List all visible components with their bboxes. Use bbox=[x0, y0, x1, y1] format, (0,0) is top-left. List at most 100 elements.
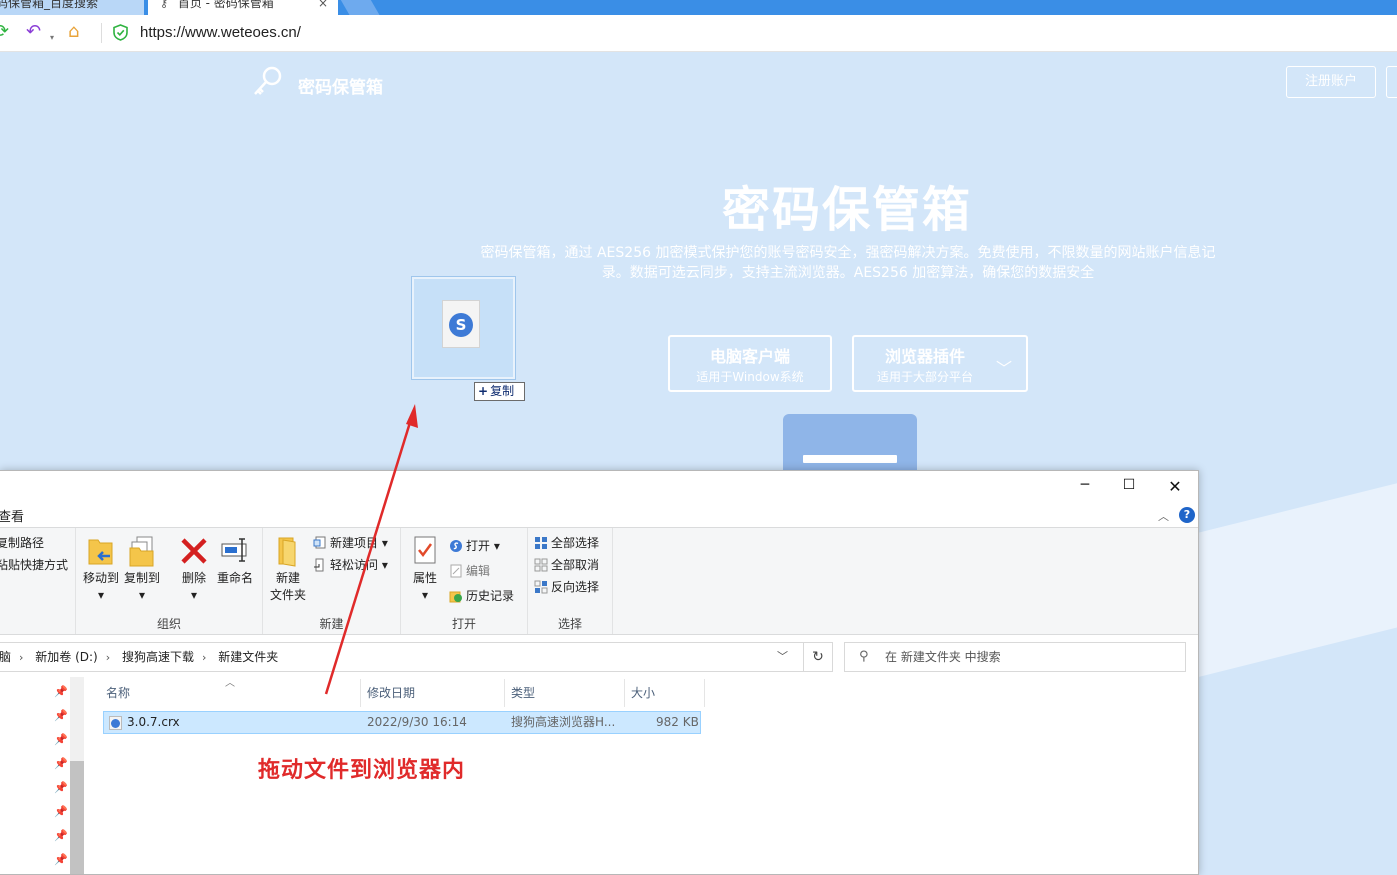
column-header-type[interactable]: 类型 bbox=[505, 679, 625, 707]
register-button[interactable]: 注册账户 bbox=[1286, 66, 1376, 98]
copy-path-button[interactable]: 复制路径 bbox=[0, 534, 44, 551]
breadcrumb-item-folder[interactable]: 新建文件夹 bbox=[218, 650, 278, 664]
undo-dropdown-icon[interactable]: ▾ bbox=[50, 29, 54, 47]
breadcrumb-item-download[interactable]: 搜狗高速下载 bbox=[122, 650, 194, 664]
crx-file-icon bbox=[109, 716, 122, 730]
tab-close-icon[interactable]: × bbox=[318, 0, 328, 12]
key-logo-icon bbox=[254, 66, 282, 95]
search-input[interactable]: ⚲ 在 新建文件夹 中搜索 bbox=[844, 642, 1186, 672]
undo-icon[interactable]: ↶ bbox=[26, 23, 41, 41]
easy-access-button[interactable]: 轻松访问 ▾ bbox=[313, 556, 388, 573]
chevron-right-icon[interactable]: › bbox=[19, 651, 23, 664]
tab-label: 首页 - 密码保管箱 bbox=[177, 0, 274, 10]
group-label-select: 选择 bbox=[557, 617, 582, 631]
new-item-button[interactable]: 新建项目 ▾ bbox=[313, 534, 388, 551]
rename-label: 重命名 bbox=[216, 571, 253, 585]
file-modified: 2022/9/30 16:14 bbox=[367, 715, 467, 729]
ribbon-group-clipboard: 复制路径 粘贴快捷方式 bbox=[0, 528, 76, 634]
tab-view[interactable]: 查看 bbox=[0, 506, 24, 525]
delete-button[interactable]: 删除 ▾ bbox=[175, 534, 213, 604]
pin-icon[interactable]: 📌 bbox=[54, 709, 68, 722]
copy-to-button[interactable]: 复制到 ▾ bbox=[122, 534, 162, 604]
select-all-icon bbox=[535, 537, 547, 549]
pin-icon[interactable]: 📌 bbox=[54, 781, 68, 794]
url-input[interactable]: https://www.weteoes.cn/ bbox=[140, 24, 301, 41]
laptop-illustration-bar bbox=[803, 455, 897, 463]
select-none-button[interactable]: 全部取消 bbox=[534, 556, 599, 573]
file-name: 3.0.7.crx bbox=[127, 715, 180, 729]
column-header-name[interactable]: 名称 bbox=[100, 679, 361, 707]
move-to-icon bbox=[88, 539, 113, 565]
site-brand[interactable]: 密码保管箱 bbox=[298, 73, 383, 98]
select-none-icon bbox=[534, 558, 548, 572]
pin-icon[interactable]: 📌 bbox=[54, 805, 68, 818]
tab-label: 码保管箱_百度搜索 bbox=[0, 0, 99, 10]
pin-icon[interactable]: 📌 bbox=[54, 685, 68, 698]
new-tab-button[interactable] bbox=[338, 0, 380, 15]
minimize-button[interactable]: ─ bbox=[1062, 477, 1108, 497]
open-button[interactable]: 打开 ▾ bbox=[449, 537, 500, 554]
refresh-icon[interactable]: ⟳ bbox=[0, 23, 9, 41]
rename-icon bbox=[221, 538, 247, 562]
pin-icon[interactable]: 📌 bbox=[54, 829, 68, 842]
maximize-button[interactable]: ☐ bbox=[1106, 477, 1152, 497]
history-icon bbox=[449, 591, 462, 603]
address-bar: ⟳ ↶ ▾ ⌂ https://www.weteoes.cn/ bbox=[0, 15, 1397, 52]
scrollbar-thumb[interactable] bbox=[70, 761, 84, 874]
table-row[interactable]: 3.0.7.crx 2022/9/30 16:14 搜狗高速浏览器H... 98… bbox=[103, 711, 701, 734]
properties-label: 属性 bbox=[412, 571, 437, 585]
hero-title: 密码保管箱 bbox=[721, 182, 972, 238]
download-pc-title: 电脑客户端 bbox=[709, 347, 790, 366]
new-item-label: 新建项目 bbox=[330, 536, 379, 550]
history-button[interactable]: 历史记录 bbox=[449, 587, 514, 604]
move-to-button[interactable]: 移动到 ▾ bbox=[82, 534, 120, 604]
drag-ghost-file: S bbox=[411, 276, 516, 380]
key-icon: ⚷ bbox=[160, 0, 169, 10]
properties-button[interactable]: 属性 ▾ bbox=[407, 534, 443, 604]
secure-shield-icon[interactable] bbox=[113, 24, 128, 41]
sogou-logo-icon: S bbox=[449, 313, 473, 337]
copy-to-label: 复制到 bbox=[123, 571, 160, 585]
hero-description: 密码保管箱，通过 AES256 加密模式保护您的账号密码安全，强密码解决方案。免… bbox=[480, 245, 1216, 281]
pin-icon[interactable]: 📌 bbox=[54, 853, 68, 866]
download-browser-plugin-button[interactable]: 浏览器插件 适用于大部分平台 ﹀ bbox=[852, 335, 1028, 392]
tab-bar: 码保管箱_百度搜索 ⚷ 首页 - 密码保管箱 × bbox=[0, 0, 1397, 15]
select-all-button[interactable]: 全部选择 bbox=[534, 534, 599, 551]
close-button[interactable]: ✕ bbox=[1152, 477, 1198, 497]
tab-weteoes-home[interactable]: ⚷ 首页 - 密码保管箱 × bbox=[148, 0, 338, 15]
paste-shortcut-button[interactable]: 粘贴快捷方式 bbox=[0, 556, 68, 573]
chevron-right-icon[interactable]: › bbox=[202, 651, 206, 664]
download-pc-client-button[interactable]: 电脑客户端 适用于Window系统 bbox=[668, 335, 832, 392]
chevron-down-icon[interactable]: ﹀ bbox=[777, 643, 788, 671]
breadcrumb-item-pc[interactable]: 脑 bbox=[0, 650, 11, 664]
pin-icon[interactable]: 📌 bbox=[54, 757, 68, 770]
edit-button[interactable]: 编辑 bbox=[449, 562, 490, 579]
breadcrumb[interactable]: 脑 › 新加卷 (D:) › 搜狗高速下载 › 新建文件夹 ﹀ bbox=[0, 642, 832, 672]
download-plugin-subtitle: 适用于大部分平台 bbox=[876, 370, 973, 384]
tab-baidu-search[interactable]: 码保管箱_百度搜索 bbox=[0, 0, 144, 15]
divider bbox=[101, 23, 102, 43]
edit-icon bbox=[450, 564, 462, 578]
navigation-pane: 📌 📌 📌 📌 📌 📌 📌 📌 bbox=[0, 677, 84, 874]
group-label-open: 打开 bbox=[451, 617, 476, 631]
chevron-right-icon[interactable]: › bbox=[106, 651, 110, 664]
column-header-modified[interactable]: 修改日期 bbox=[361, 679, 505, 707]
new-folder-label-2: 文件夹 bbox=[269, 588, 306, 602]
login-button[interactable] bbox=[1386, 66, 1397, 98]
new-item-icon bbox=[313, 536, 326, 549]
new-folder-button[interactable]: 新建 文件夹 bbox=[267, 534, 309, 604]
pin-icon[interactable]: 📌 bbox=[54, 733, 68, 746]
file-explorer-window: ─ ☐ ✕ 查看 ︿ ? 复制路径 粘贴快捷方式 移动到 ▾ 复制到 ▾ 删除 … bbox=[0, 470, 1199, 875]
ribbon-collapse-icon[interactable]: ︿ bbox=[1158, 508, 1169, 524]
sogou-open-icon bbox=[450, 540, 462, 552]
invert-selection-button[interactable]: 反向选择 bbox=[534, 578, 599, 595]
home-icon[interactable]: ⌂ bbox=[68, 23, 79, 41]
breadcrumb-item-drive[interactable]: 新加卷 (D:) bbox=[35, 650, 97, 664]
help-icon[interactable]: ? bbox=[1179, 507, 1195, 523]
rename-button[interactable]: 重命名 bbox=[214, 534, 256, 587]
download-pc-subtitle: 适用于Window系统 bbox=[696, 370, 804, 384]
refresh-icon[interactable]: ↻ bbox=[803, 642, 833, 672]
delete-x-icon bbox=[181, 538, 207, 564]
copy-to-icon bbox=[129, 536, 154, 567]
column-header-size[interactable]: 大小 bbox=[625, 679, 705, 707]
